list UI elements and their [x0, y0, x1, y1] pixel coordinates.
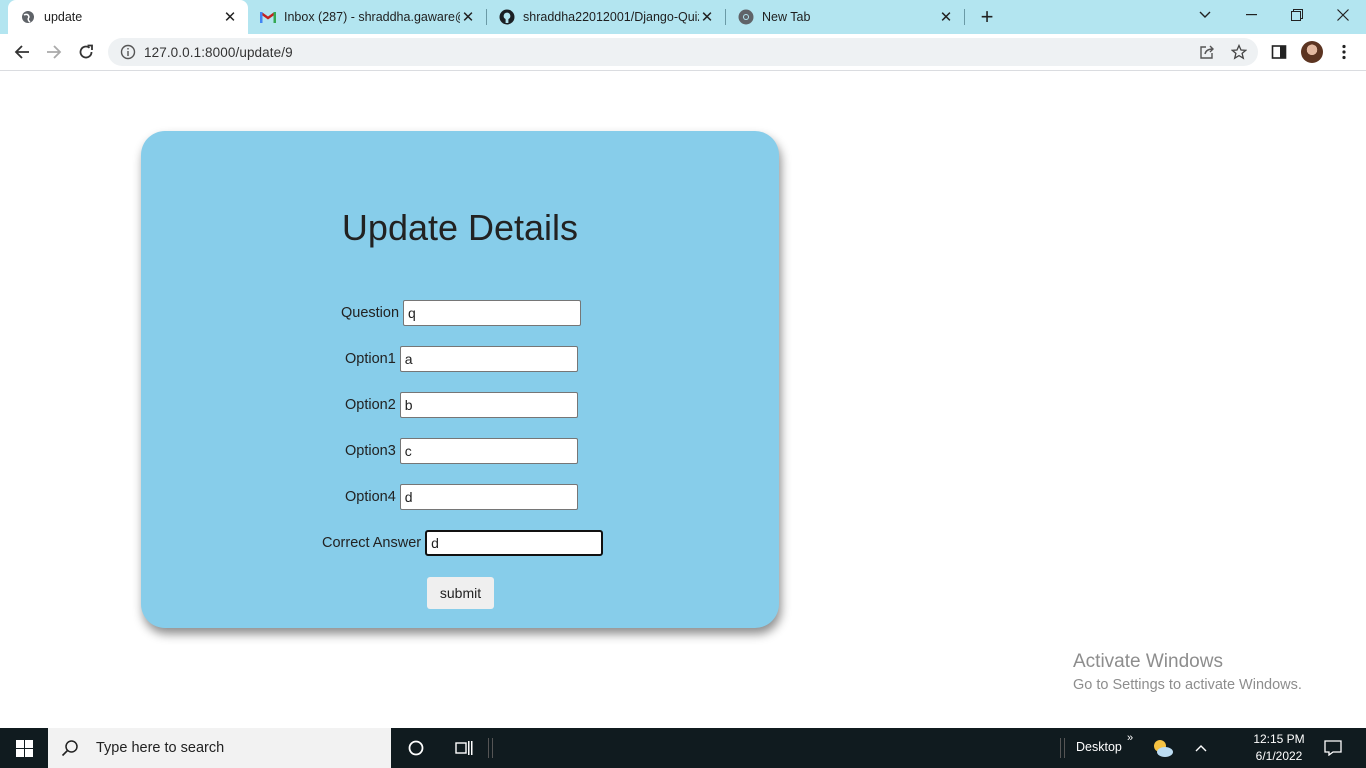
- close-tab-icon[interactable]: ✕: [938, 9, 954, 26]
- option4-label: Option4: [345, 489, 396, 505]
- option2-row: Option2: [345, 392, 578, 418]
- watermark-title: Activate Windows: [1073, 651, 1223, 672]
- windows-logo-icon: [15, 739, 33, 757]
- restore-button[interactable]: [1274, 0, 1320, 30]
- task-view-icon[interactable]: [452, 736, 476, 760]
- browser-toolbar: 127.0.0.1:8000/update/9: [0, 34, 1366, 71]
- menu-kebab-icon[interactable]: [1333, 41, 1355, 63]
- form-heading: Update Details: [341, 207, 579, 248]
- close-tab-icon[interactable]: ✕: [460, 9, 476, 26]
- option3-row: Option3: [345, 438, 578, 464]
- question-row: Question: [341, 300, 582, 326]
- side-panel-icon[interactable]: [1268, 41, 1290, 63]
- tab-divider: [964, 9, 965, 25]
- gmail-icon: [260, 9, 276, 25]
- correct-answer-row: Correct Answer: [322, 530, 604, 556]
- share-icon[interactable]: [1198, 43, 1216, 61]
- option2-label: Option2: [345, 397, 396, 413]
- option1-row: Option1: [345, 346, 578, 372]
- taskbar: Type here to search Desktop » 12:15 PM 6…: [0, 728, 1366, 768]
- back-button[interactable]: [9, 40, 35, 64]
- profile-avatar[interactable]: [1301, 41, 1323, 63]
- tab-github[interactable]: shraddha22012001/Django-Quiz ✕: [487, 0, 725, 34]
- globe-icon: [20, 9, 36, 25]
- tab-strip: update ✕ Inbox (287) - shraddha.gaware@ …: [0, 0, 1366, 34]
- site-info-icon[interactable]: [120, 44, 136, 60]
- activate-windows-watermark: Activate Windows Go to Settings to activ…: [1073, 651, 1302, 693]
- submit-button[interactable]: submit: [427, 577, 494, 609]
- option4-input[interactable]: [399, 484, 578, 510]
- option3-label: Option3: [345, 443, 396, 459]
- update-form-card: Update Details Question Option1 Option2 …: [141, 131, 779, 628]
- tab-search-icon[interactable]: [1182, 0, 1228, 30]
- tab-gmail[interactable]: Inbox (287) - shraddha.gaware@ ✕: [248, 0, 486, 34]
- tab-title: update: [44, 10, 83, 24]
- start-button[interactable]: [0, 728, 48, 768]
- tab-title: Inbox (287) - shraddha.gaware@: [284, 10, 460, 24]
- tab-title: shraddha22012001/Django-Quiz: [523, 10, 699, 24]
- cortana-icon[interactable]: [404, 736, 428, 760]
- close-tab-icon[interactable]: ✕: [222, 9, 238, 26]
- tab-title: New Tab: [762, 10, 811, 24]
- watermark-subtitle: Go to Settings to activate Windows.: [1073, 677, 1302, 693]
- search-placeholder: Type here to search: [96, 740, 225, 756]
- option1-label: Option1: [345, 351, 396, 367]
- clock-time: 12:15 PM: [1253, 732, 1305, 746]
- forward-button[interactable]: [41, 40, 67, 64]
- taskbar-divider: [484, 736, 498, 760]
- bookmark-star-icon[interactable]: [1230, 43, 1248, 61]
- search-icon: [60, 738, 80, 758]
- option2-input[interactable]: [399, 392, 578, 418]
- close-tab-icon[interactable]: ✕: [699, 9, 715, 26]
- chevron-more-icon[interactable]: »: [1122, 730, 1138, 746]
- clock-date: 6/1/2022: [1255, 749, 1303, 763]
- page-content: Update Details Question Option1 Option2 …: [0, 71, 1366, 728]
- minimize-button[interactable]: [1228, 0, 1274, 30]
- notifications-icon[interactable]: [1321, 736, 1345, 760]
- tab-new-tab[interactable]: New Tab ✕: [726, 0, 964, 34]
- option3-input[interactable]: [399, 438, 578, 464]
- new-tab-button[interactable]: +: [975, 4, 999, 29]
- taskbar-divider: [1056, 736, 1070, 760]
- url-text: 127.0.0.1:8000/update/9: [144, 44, 293, 60]
- address-bar[interactable]: 127.0.0.1:8000/update/9: [108, 38, 1258, 66]
- system-clock[interactable]: 12:15 PM 6/1/2022: [1244, 731, 1314, 765]
- correct-answer-label: Correct Answer: [322, 535, 422, 551]
- chevron-up-icon[interactable]: [1189, 736, 1213, 760]
- tab-update[interactable]: update ✕: [8, 0, 248, 34]
- option1-input[interactable]: [399, 346, 578, 372]
- question-input[interactable]: [403, 300, 582, 326]
- weather-icon[interactable]: [1151, 736, 1175, 760]
- reload-button[interactable]: [73, 40, 99, 64]
- correct-answer-input[interactable]: [425, 530, 604, 556]
- close-window-button[interactable]: [1320, 0, 1366, 30]
- github-icon: [499, 9, 515, 25]
- option4-row: Option4: [345, 484, 578, 510]
- taskbar-search-box[interactable]: Type here to search: [48, 728, 391, 768]
- desktop-toolbar-label[interactable]: Desktop: [1076, 740, 1122, 754]
- question-label: Question: [341, 305, 400, 321]
- chrome-icon: [738, 9, 754, 25]
